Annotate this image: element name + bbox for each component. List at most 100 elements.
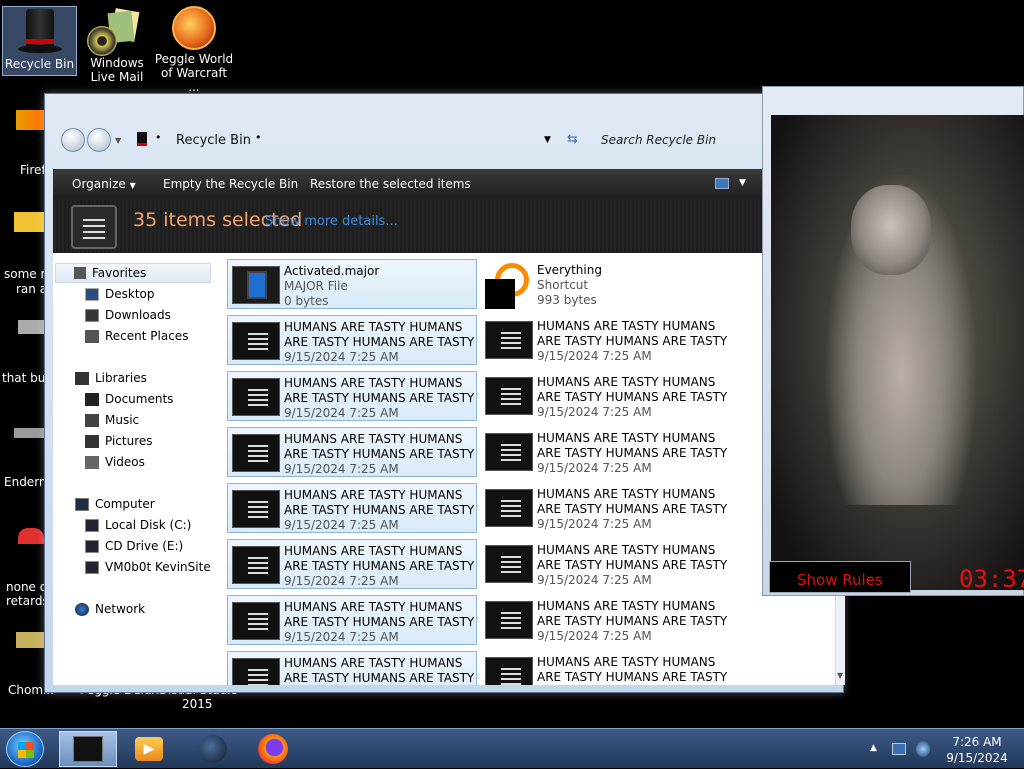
desktop-file-icon[interactable] [14, 428, 44, 438]
desktop-label-partial: 2015 [182, 697, 213, 711]
forward-button[interactable] [87, 128, 111, 152]
file-tile[interactable]: HUMANS ARE TASTY HUMANS ARE TASTY HUMANS … [227, 371, 477, 421]
desktop-icon-label: Recycle Bin [4, 57, 75, 71]
empty-recycle-bin-button[interactable]: Empty the Recycle Bin [163, 177, 298, 191]
nav-favorites[interactable]: Favorites [55, 263, 211, 283]
desktop-label-partial: ran a [16, 282, 48, 296]
file-tile[interactable]: HUMANS ARE TASTY HUMANS ARE TASTY HUMANS … [481, 539, 731, 589]
taskbar-firefox[interactable] [244, 731, 302, 767]
desktop-app-icon[interactable] [18, 528, 44, 544]
nav-label: Documents [105, 392, 174, 406]
file-meta: 9/15/2024 7:25 AM [284, 630, 399, 644]
view-dropdown-icon[interactable]: ▼ [739, 178, 746, 188]
text-file-icon [485, 601, 533, 639]
file-tile[interactable]: HUMANS ARE TASTY HUMANS ARE TASTY HUMANS … [481, 651, 731, 685]
file-tile[interactable]: HUMANS ARE TASTY HUMANS ARE TASTY HUMANS … [481, 315, 731, 365]
file-name: HUMANS ARE TASTY HUMANS [537, 487, 716, 501]
view-options-icon[interactable] [715, 178, 729, 189]
desktop-icon-recycle-bin[interactable]: Recycle Bin [2, 6, 77, 76]
file-meta: 9/15/2024 7:25 AM [284, 574, 399, 588]
details-pane: 35 items selected Show more details... [53, 199, 805, 253]
nav-downloads[interactable]: Downloads [85, 308, 171, 322]
nav-label: Downloads [105, 308, 171, 322]
organize-button[interactable]: Organize ▼ [72, 177, 136, 191]
show-more-details-link[interactable]: Show more details... [265, 214, 398, 229]
desktop-app-icon[interactable] [16, 632, 46, 648]
refresh-icon[interactable]: ⇆ [567, 132, 578, 147]
taskbar: ▶ ▲ 7:26 AM 9/15/2024 [0, 728, 1024, 768]
mail-icon [87, 6, 141, 56]
breadcrumb-arrow[interactable]: • [255, 131, 262, 144]
taskbar-media-player[interactable]: ▶ [120, 731, 178, 767]
file-tile[interactable]: HUMANS ARE TASTY HUMANS ARE TASTY HUMANS … [227, 595, 477, 645]
file-tile[interactable]: HUMANS ARE TASTY HUMANS ARE TASTY HUMANS … [227, 427, 477, 477]
cd-drive-icon [85, 539, 99, 553]
nav-network-share[interactable]: VM0b0t KevinSite [85, 560, 211, 574]
file-meta: 0 bytes [284, 294, 329, 308]
file-meta: ARE TASTY HUMANS ARE TASTY ... [284, 447, 474, 461]
file-tile[interactable]: HUMANS ARE TASTY HUMANS ARE TASTY HUMANS … [481, 427, 731, 477]
video-window: Show Rules 03:37 [762, 86, 1024, 596]
file-text: HUMANS ARE TASTY HUMANS ARE TASTY HUMANS … [537, 543, 727, 588]
search-input[interactable]: Search Recycle Bin [601, 133, 716, 147]
breadcrumb-arrow[interactable]: • [155, 131, 162, 144]
scroll-down-arrow[interactable]: ▼ [837, 671, 843, 680]
file-meta: 993 bytes [537, 293, 597, 307]
recent-pages-dropdown[interactable]: ▼ [115, 136, 121, 145]
file-tile[interactable]: HUMANS ARE TASTY HUMANS ARE TASTY HUMANS … [481, 371, 731, 421]
network-tray-icon[interactable] [892, 743, 906, 755]
back-button[interactable] [61, 128, 85, 152]
nav-videos[interactable]: Videos [85, 455, 145, 469]
file-tile[interactable]: HUMANS ARE TASTY HUMANS ARE TASTY HUMANS … [227, 539, 477, 589]
file-text: HUMANS ARE TASTY HUMANS ARE TASTY HUMANS … [284, 600, 474, 645]
nav-computer[interactable]: Computer [75, 497, 155, 511]
show-rules-button[interactable]: Show Rules [769, 561, 911, 593]
desktop-folder-icon[interactable] [14, 212, 46, 232]
file-tile[interactable]: HUMANS ARE TASTY HUMANS ARE TASTY HUMANS … [227, 315, 477, 365]
show-hidden-icons[interactable]: ▲ [870, 743, 877, 753]
nav-documents[interactable]: Documents [85, 392, 173, 406]
address-dropdown-arrow[interactable]: ▼ [544, 135, 551, 145]
media-player-icon: ▶ [135, 737, 163, 761]
desktop-icon-peggle[interactable]: Peggle World of Warcraft ... [154, 6, 234, 94]
nav-pictures[interactable]: Pictures [85, 434, 153, 448]
volume-tray-icon[interactable] [916, 741, 930, 757]
clock[interactable]: 7:26 AM 9/15/2024 [942, 734, 1012, 766]
taskbar-app-globe[interactable] [184, 731, 242, 767]
file-tile[interactable]: HUMANS ARE TASTY HUMANS ARE TASTY HUMANS … [227, 483, 477, 533]
desktop-file-icon[interactable] [18, 320, 44, 334]
command-bar: Organize ▼ Empty the Recycle Bin Restore… [53, 169, 805, 199]
file-meta: ARE TASTY HUMANS ARE TASTY ... [537, 614, 727, 628]
recent-places-icon [85, 329, 99, 343]
nav-music[interactable]: Music [85, 413, 139, 427]
network-globe-icon [75, 602, 89, 616]
file-meta: ARE TASTY HUMANS ARE TASTY ... [284, 615, 474, 629]
explorer-window: ▼ • Recycle Bin • ▼ ⇆ Search Recycle Bin… [44, 93, 845, 693]
file-tile[interactable]: HUMANS ARE TASTY HUMANS ARE TASTY HUMANS … [481, 595, 731, 645]
taskbar-explorer[interactable] [59, 731, 117, 767]
file-tile[interactable]: Activated.major MAJOR File 0 bytes [227, 259, 477, 309]
nav-libraries[interactable]: Libraries [75, 371, 147, 385]
nav-local-disk[interactable]: Local Disk (C:) [85, 518, 191, 532]
file-tile[interactable]: HUMANS ARE TASTY HUMANS ARE TASTY HUMANS … [227, 651, 477, 685]
desktop-icon-windows-live-mail[interactable]: Windows Live Mail [77, 6, 157, 88]
file-meta: ARE TASTY HUMANS ARE TASTY ... [284, 503, 474, 517]
system-tray: ▲ 7:26 AM 9/15/2024 [862, 729, 1024, 769]
nav-network[interactable]: Network [75, 602, 145, 616]
file-tile[interactable]: HUMANS ARE TASTY HUMANS ARE TASTY HUMANS … [481, 483, 731, 533]
nav-recent-places[interactable]: Recent Places [85, 329, 188, 343]
file-meta: MAJOR File [284, 279, 348, 293]
file-tile[interactable]: Everything Shortcut 993 bytes [481, 259, 731, 309]
breadcrumb-recycle-bin[interactable]: Recycle Bin [176, 133, 251, 148]
desktop-icon [85, 287, 99, 301]
start-button[interactable] [6, 731, 44, 767]
countdown-timer: 03:37 [959, 565, 1024, 593]
nav-cd-drive[interactable]: CD Drive (E:) [85, 539, 183, 553]
file-name: HUMANS ARE TASTY HUMANS [284, 320, 463, 334]
firefox-desktop-icon[interactable] [16, 110, 46, 130]
nav-desktop[interactable]: Desktop [85, 287, 155, 301]
restore-selected-button[interactable]: Restore the selected items [310, 177, 471, 191]
local-disk-icon [85, 518, 99, 532]
file-text: HUMANS ARE TASTY HUMANS ARE TASTY HUMANS … [284, 376, 474, 421]
nav-label: Videos [105, 455, 145, 469]
